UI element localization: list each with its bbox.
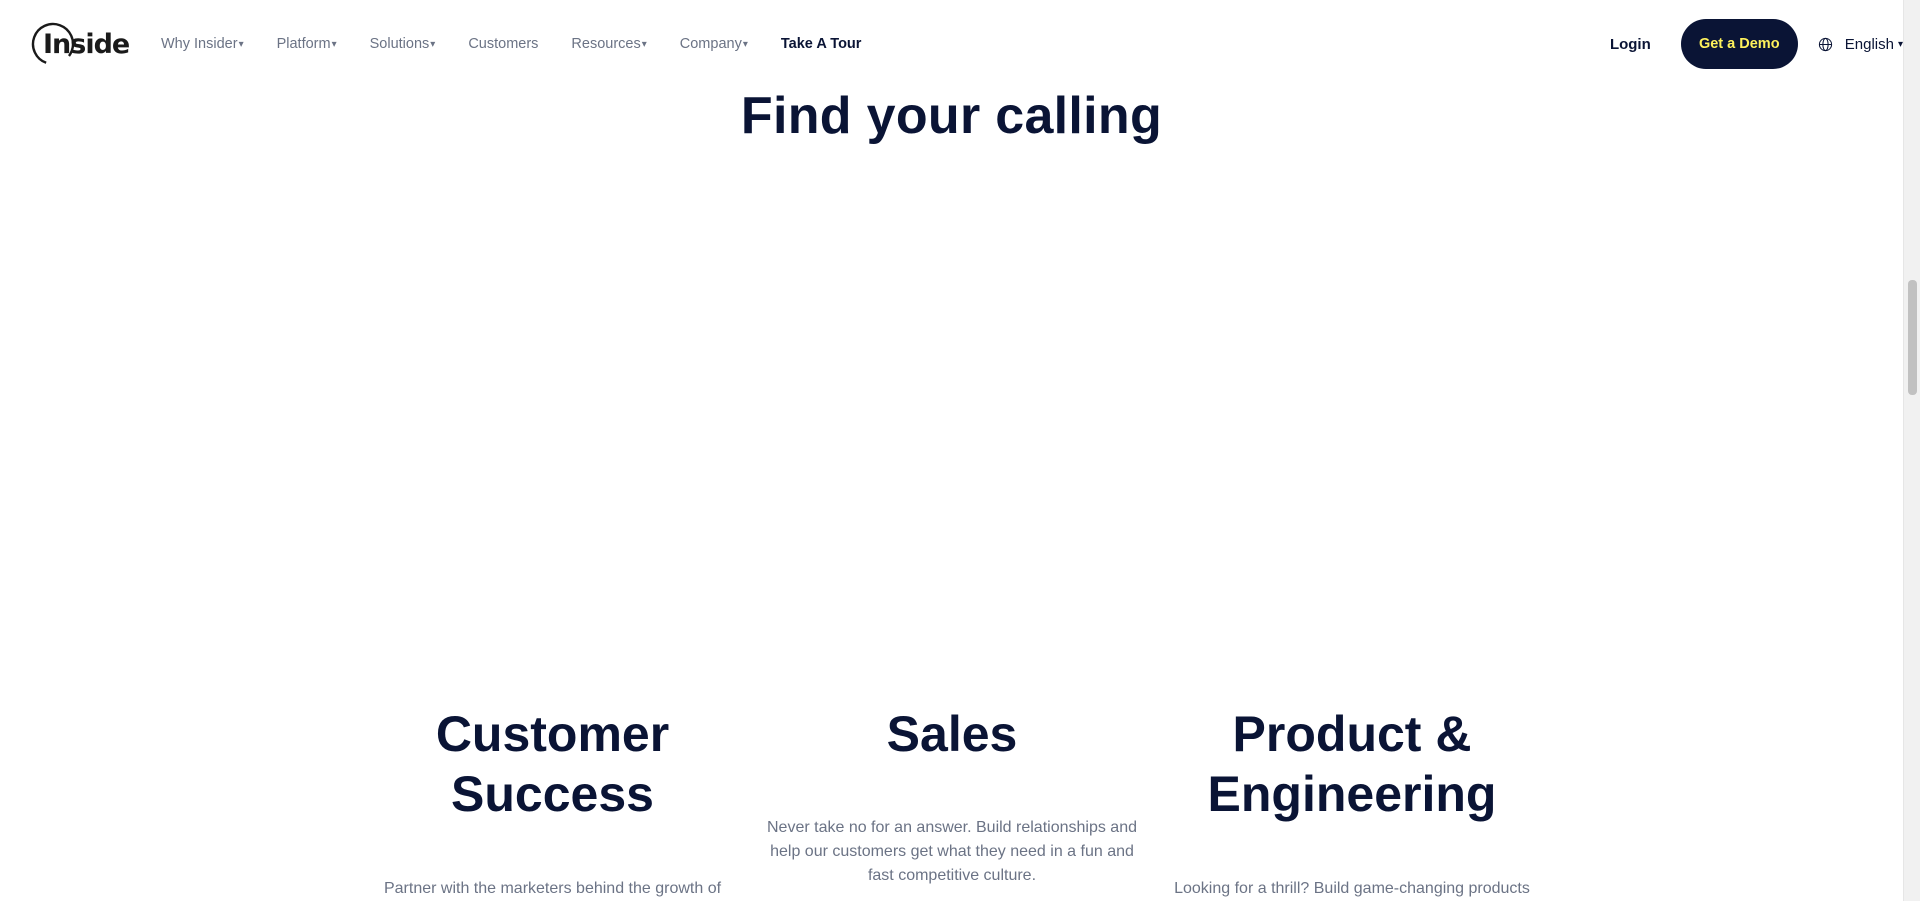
nav-label: Solutions (369, 36, 430, 52)
nav-resources[interactable]: Resources ▾ (571, 36, 646, 52)
nav-platform[interactable]: Platform ▾ (277, 36, 337, 52)
card-heading-line: Engineering (1207, 766, 1497, 822)
chevron-down-icon: ▾ (742, 38, 748, 50)
nav-why-insider[interactable]: Why Insider ▾ (161, 36, 244, 52)
card-heading-line: Customer (435, 706, 670, 762)
header-actions: Login Get a Demo English ▾ (1610, 0, 1903, 88)
card-description: help our customers get what they need in… (770, 843, 1134, 860)
nav-label: Platform (276, 36, 331, 52)
nav-label: Company (679, 36, 742, 52)
insider-logo[interactable]: Insider (31, 20, 131, 68)
card-description: Never take no for an answer. Build relat… (767, 819, 1137, 836)
chevron-down-icon: ▾ (430, 38, 436, 50)
language-selector[interactable]: English ▾ (1818, 36, 1903, 53)
nav-company[interactable]: Company ▾ (680, 36, 748, 52)
nav-label: Resources (571, 36, 641, 52)
card-description: Looking for a thrill? Build game-changin… (1174, 880, 1530, 897)
page: Insider Why Insider ▾ Platform ▾ Solutio… (0, 0, 1920, 901)
nav-take-a-tour[interactable]: Take A Tour (781, 36, 862, 52)
language-label: English (1844, 35, 1894, 53)
page-title: Find your calling (740, 87, 1163, 145)
chevron-down-icon: ▾ (641, 38, 647, 50)
main-nav: Why Insider ▾ Platform ▾ Solutions ▾ Cus… (161, 0, 894, 88)
get-a-demo-button[interactable]: Get a Demo (1680, 19, 1798, 69)
site-header: Insider Why Insider ▾ Platform ▾ Solutio… (0, 0, 1903, 88)
svg-text:Insider: Insider (43, 29, 131, 60)
card-heading-line: Success (451, 766, 654, 822)
chevron-down-icon: ▾ (331, 38, 337, 50)
card-description: fast competitive culture. (867, 867, 1037, 884)
login-link[interactable]: Login (1610, 36, 1651, 53)
card-heading-line: Sales (886, 706, 1018, 762)
nav-label: Why Insider (161, 36, 238, 52)
nav-label: Customers (468, 36, 539, 52)
vertical-scrollbar[interactable] (1903, 0, 1920, 901)
career-card-customer-success[interactable]: Customer Success Partner with the market… (370, 704, 735, 901)
career-card-sales[interactable]: Sales Never take no for an answer. Build… (767, 704, 1137, 888)
career-card-product-engineering[interactable]: Product & Engineering Looking for a thri… (1167, 704, 1537, 901)
card-heading-line: Product & (1232, 706, 1472, 762)
card-description: Partner with the marketers behind the gr… (383, 880, 722, 897)
chevron-down-icon: ▾ (1897, 38, 1903, 50)
nav-solutions[interactable]: Solutions ▾ (370, 36, 436, 52)
scrollbar-thumb[interactable] (1908, 280, 1917, 395)
nav-customers[interactable]: Customers (468, 36, 538, 52)
nav-label: Take A Tour (780, 36, 862, 52)
chevron-down-icon: ▾ (238, 38, 244, 50)
globe-icon (1818, 37, 1832, 51)
